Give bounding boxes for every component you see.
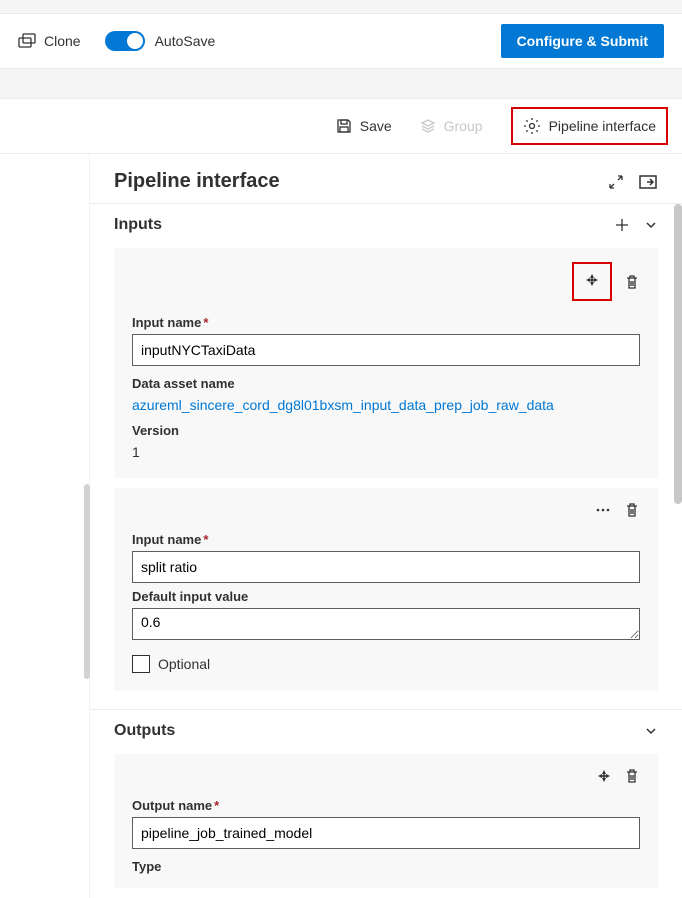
optional-checkbox[interactable]	[132, 655, 150, 673]
dock-right-icon[interactable]	[638, 174, 658, 190]
pipeline-label: Pipeline interface	[549, 118, 656, 134]
configure-submit-button[interactable]: Configure & Submit	[501, 24, 664, 58]
version-label: Version	[132, 423, 640, 438]
output-name-field-1[interactable]	[132, 817, 640, 849]
outputs-section-header: Outputs	[90, 709, 682, 750]
group-icon	[420, 118, 436, 134]
autosave-label: AutoSave	[155, 33, 216, 49]
toggle-knob	[127, 33, 143, 49]
data-asset-label: Data asset name	[132, 376, 640, 391]
input-card-1: Input name* Data asset name azureml_sinc…	[114, 248, 658, 478]
main-panel: Pipeline interface Inputs	[90, 154, 682, 898]
input-name-label: Input name*	[132, 315, 640, 330]
pipeline-interface-button[interactable]: Pipeline interface	[511, 107, 668, 145]
input-name-field-1[interactable]	[132, 334, 640, 366]
autosave-toggle[interactable]: AutoSave	[105, 31, 216, 51]
delete-icon[interactable]	[624, 768, 640, 784]
optional-label: Optional	[158, 656, 210, 672]
panel-scrollbar[interactable]	[674, 204, 682, 504]
toolbar: Save Group Pipeline interface	[0, 99, 682, 154]
inputs-section-header: Inputs	[90, 203, 682, 244]
default-value-label: Default input value	[132, 589, 640, 604]
save-button[interactable]: Save	[336, 118, 392, 134]
inputs-title: Inputs	[114, 216, 614, 234]
locate-icon[interactable]	[584, 272, 600, 288]
save-icon	[336, 118, 352, 134]
add-icon[interactable]	[614, 217, 630, 233]
delete-icon[interactable]	[624, 502, 640, 518]
output-name-label: Output name*	[132, 798, 640, 813]
group-button: Group	[420, 118, 483, 134]
panel-title-row: Pipeline interface	[90, 154, 682, 203]
clone-button[interactable]: Clone	[18, 33, 81, 49]
locate-icon[interactable]	[596, 768, 612, 784]
expand-icon[interactable]	[608, 174, 624, 190]
toggle-track	[105, 31, 145, 51]
input-name-label-2: Input name*	[132, 532, 640, 547]
chevron-down-icon[interactable]	[644, 218, 658, 232]
top-bar	[0, 0, 682, 14]
input-card-2: Input name* Default input value Optional	[114, 488, 658, 691]
default-value-field[interactable]	[132, 608, 640, 640]
clone-label: Clone	[44, 33, 81, 49]
data-asset-link[interactable]: azureml_sincere_cord_dg8l01bxsm_input_da…	[132, 397, 640, 413]
version-value: 1	[132, 444, 640, 460]
delete-icon[interactable]	[624, 274, 640, 290]
input-name-field-2[interactable]	[132, 551, 640, 583]
chevron-down-icon[interactable]	[644, 724, 658, 738]
left-gutter	[0, 154, 90, 898]
group-label: Group	[444, 118, 483, 134]
outputs-title: Outputs	[114, 722, 644, 740]
gear-icon	[523, 117, 541, 135]
type-label: Type	[132, 859, 640, 874]
more-icon[interactable]	[594, 502, 612, 518]
output-card-1: Output name* Type	[114, 754, 658, 888]
gap-row	[0, 69, 682, 99]
save-label: Save	[360, 118, 392, 134]
panel-title: Pipeline interface	[114, 170, 608, 193]
header-row: Clone AutoSave Configure & Submit	[0, 14, 682, 69]
clone-icon	[18, 33, 36, 49]
